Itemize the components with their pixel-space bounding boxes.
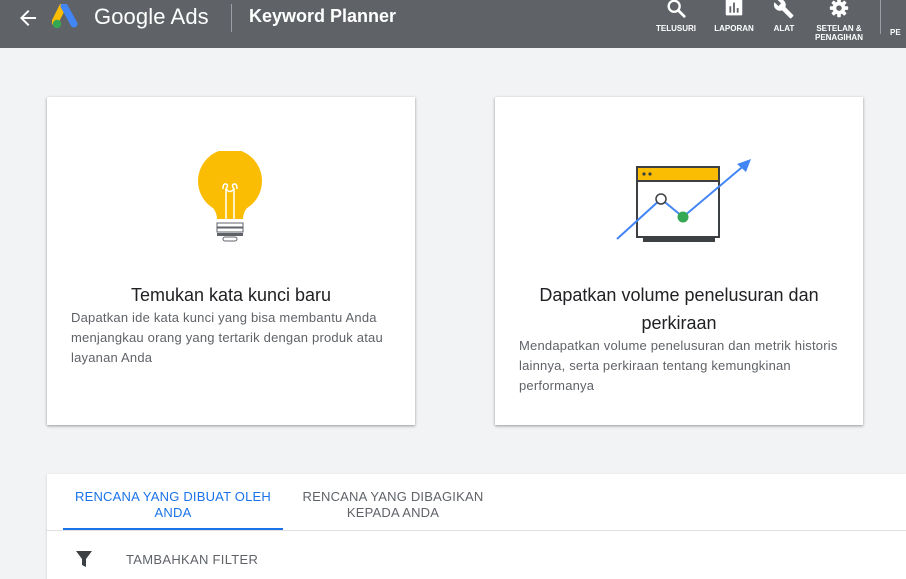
plans-panel: RENCANA YANG DIBUAT OLEH ANDA RENCANA YA… (47, 474, 906, 579)
header-divider (880, 0, 881, 34)
tool-label: ALAT (773, 24, 795, 33)
tool-label: SETELAN & PENAGIHAN (814, 24, 863, 42)
brand-name: Google Ads (94, 4, 209, 29)
page-title: Keyword Planner (249, 6, 397, 26)
search-volume-card[interactable]: Dapatkan volume penelusuran dan perkiraa… (495, 97, 863, 425)
tabs-divider (47, 530, 906, 531)
tool-label: PE (890, 28, 901, 37)
tool-laporan[interactable]: LAPORAN (710, 0, 758, 48)
top-bar: Google Ads Keyword Planner TELUSURI LAPO… (0, 0, 906, 48)
discover-keywords-card[interactable]: Temukan kata kunci baru Dapatkan ide kat… (47, 97, 415, 425)
search-icon (667, 0, 686, 18)
card-description: Dapatkan ide kata kunci yang bisa memban… (71, 310, 383, 365)
tool-alat[interactable]: ALAT (768, 0, 800, 48)
card-title: Dapatkan volume penelusuran dan perkiraa… (539, 285, 819, 333)
tab-plans-shared-with-you[interactable]: RENCANA YANG DIBAGIKAN KEPADA ANDA (293, 489, 493, 521)
card-description: Mendapatkan volume penelusuran dan metri… (519, 338, 838, 393)
back-arrow-icon[interactable] (16, 6, 40, 30)
google-ads-logo-icon (52, 4, 78, 29)
wrench-icon (773, 0, 794, 19)
tool-account[interactable]: PE (890, 0, 906, 48)
filter-icon[interactable] (75, 550, 93, 568)
gear-icon (829, 0, 849, 18)
tool-label: TELUSURI (656, 24, 696, 33)
card-title: Temukan kata kunci baru (130, 285, 332, 305)
add-filter-button[interactable]: TAMBAHKAN FILTER (126, 552, 258, 567)
trend-chart-icon (616, 159, 751, 242)
tool-setelan-penagihan[interactable]: SETELAN & PENAGIHAN (810, 0, 868, 48)
lightbulb-icon (198, 151, 262, 242)
tool-telusuri[interactable]: TELUSURI (654, 0, 698, 48)
tab-plans-created-by-you[interactable]: RENCANA YANG DIBUAT OLEH ANDA (63, 489, 283, 521)
bar-chart-icon (725, 0, 743, 16)
header-divider (231, 4, 232, 32)
tool-label: LAPORAN (714, 24, 754, 33)
